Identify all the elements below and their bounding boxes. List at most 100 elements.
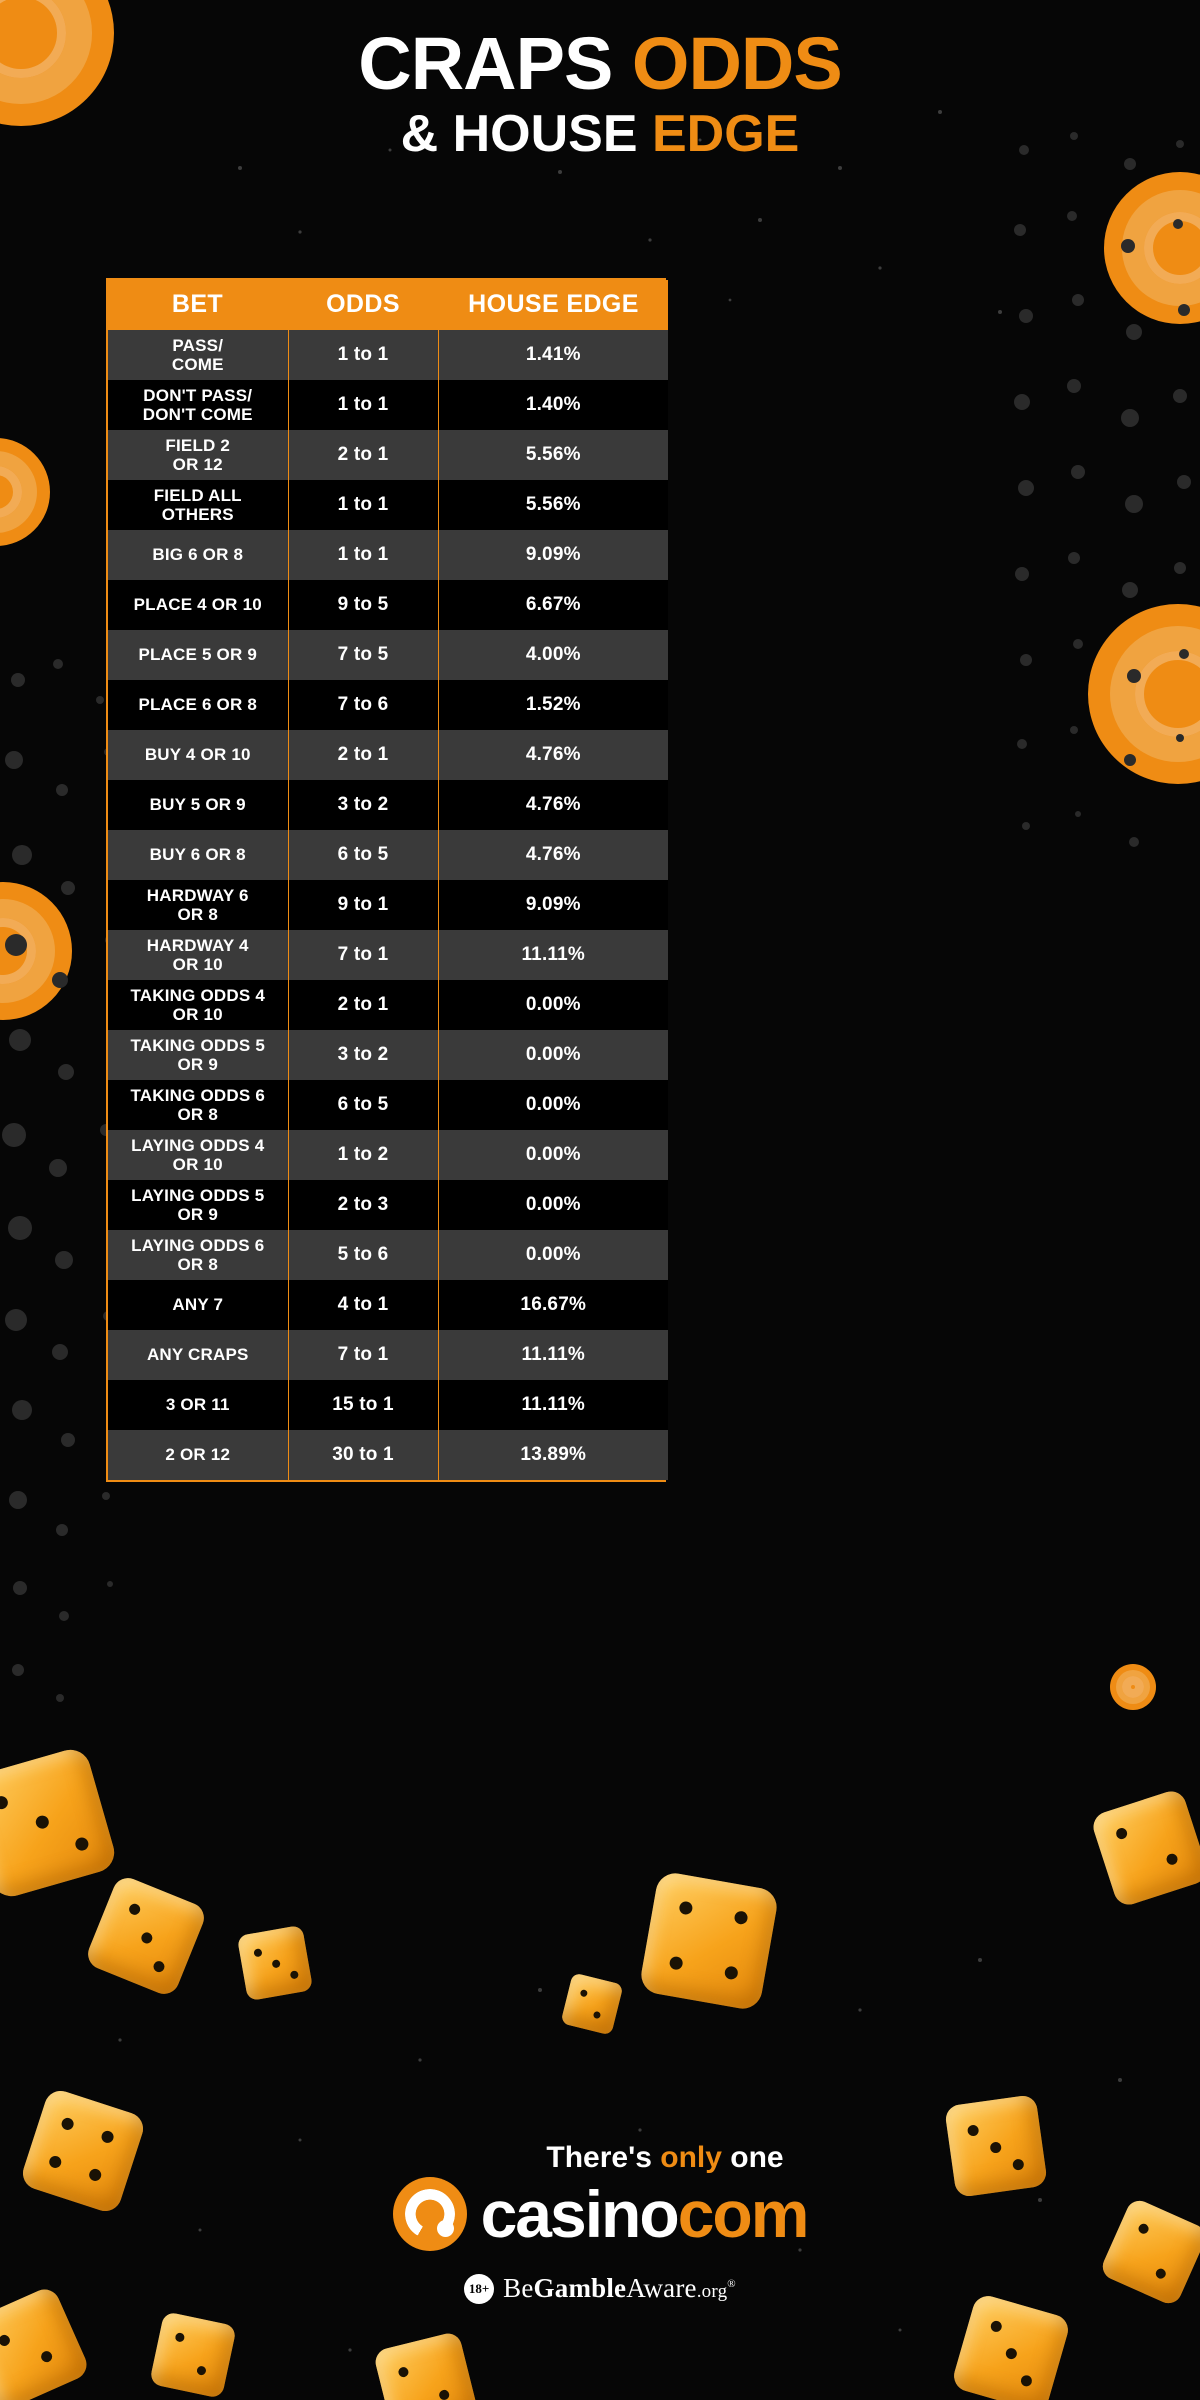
page-footer: There's only one casinocom 18+ BeGambleA… [0,2141,1200,2304]
table-row: PLACE 4 OR 10 9 to 5 6.67% [108,580,668,630]
table-row: FIELD ALL OTHERS 1 to 1 5.56% [108,480,668,530]
cell-bet-name: ANY 7 [108,1280,289,1330]
bga-org: .org [696,2281,728,2302]
title-primary-white: CRAPS [358,22,632,105]
craps-odds-table-container: BET ODDS HOUSE EDGE PASS/COME 1 to 1 1.41%… [106,278,668,1482]
cell-bet-name: BUY 4 OR 10 [108,730,289,780]
bga-be: Be [503,2273,534,2303]
die-bottom-center [149,2311,237,2399]
poker-chip-left-mid [0,438,50,546]
die-right-upper [1089,1787,1200,1909]
table-row: PLACE 5 OR 97 to 5 4.00% [108,630,668,680]
cell-bet-name: PLACE 4 OR 10 [108,580,289,630]
poker-chip-left-lower [0,882,72,1020]
cell-odds: 9 to 1 [288,880,439,930]
cell-bet-name: LAYING ODDS 4 OR 10 [108,1130,289,1180]
cell-bet-name: TAKING ODDS 6 OR 8 [108,1080,289,1130]
begambleaware-text: BeGambleAware.org® [503,2273,736,2304]
cell-odds: 1 to 1 [288,530,439,580]
table-row: TAKING ODDS 5 OR 93 to 2 0.00% [108,1030,668,1080]
cell-odds: 9 to 5 [288,580,439,630]
age-restriction-badge: 18+ [464,2273,495,2304]
column-header-house-edge: HOUSE EDGE [438,280,668,330]
table-header: BET ODDS HOUSE EDGE [108,280,668,330]
die-bottom-mid [372,2330,480,2400]
column-header-bet: BET [108,280,289,330]
table-row: BIG 6 OR 81 to 1 9.09% [108,530,668,580]
cell-odds: 3 to 2 [288,780,439,830]
infographic-page: CRAPS ODDS & HOUSE EDGE BET ODDS HOUSE E… [0,0,1200,2400]
casino-c-logo-icon [392,2177,467,2251]
cell-house-edge: 1.40% [438,380,668,430]
cell-house-edge: 4.00% [438,630,668,680]
table-row: BUY 5 OR 93 to 2 4.76% [108,780,668,830]
title-primary-accent: ODDS [631,22,843,105]
cell-odds: 2 to 3 [288,1180,439,1230]
table-row: BUY 4 OR 10 2 to 1 4.76% [108,730,668,780]
table-header-row: BET ODDS HOUSE EDGE [108,280,668,330]
cell-odds: 30 to 1 [288,1430,439,1480]
title-secondary-white: & HOUSE [400,105,652,164]
cell-house-edge: 9.09% [438,880,668,930]
bga-gamble: Gamble [533,2273,627,2303]
cell-house-edge: 1.52% [438,680,668,730]
brand-logo[interactable]: casinocom [0,2177,1200,2251]
cell-bet-name: LAYING ODDS 6 OR 8 [108,1230,289,1280]
cell-odds: 1 to 1 [288,380,439,430]
cell-odds: 1 to 1 [288,480,439,530]
cell-odds: 7 to 1 [288,930,439,980]
table-row: HARDWAY 4 OR 10 7 to 1 11.11% [108,930,668,980]
table-row: HARDWAY 6 OR 89 to 1 9.09% [108,880,668,930]
cell-house-edge: 0.00% [438,1180,668,1230]
cell-house-edge: 5.56% [438,430,668,480]
die-bottom-right [950,2292,1072,2400]
cell-odds: 5 to 6 [288,1230,439,1280]
begambleaware-notice[interactable]: 18+ BeGambleAware.org® [0,2273,1200,2304]
cell-bet-name: PLACE 6 OR 8 [108,680,289,730]
cell-odds: 6 to 5 [288,1080,439,1130]
page-header: CRAPS ODDS & HOUSE EDGE [0,26,1200,162]
table-row: LAYING ODDS 6 OR 85 to 6 0.00% [108,1230,668,1280]
cell-odds: 7 to 5 [288,630,439,680]
cell-bet-name: 2 OR 12 [108,1430,289,1480]
table-body: PASS/COME 1 to 1 1.41% DON'T PASS/DON'T COM… [108,330,668,1480]
brand-tagline: There's only one [130,2141,1200,2175]
tagline-part-accent: only [660,2141,722,2174]
cell-odds: 7 to 1 [288,1330,439,1380]
cell-odds: 3 to 2 [288,1030,439,1080]
craps-odds-table: BET ODDS HOUSE EDGE PASS/COME 1 to 1 1.41%… [108,280,668,1480]
title-secondary: & HOUSE EDGE [0,107,1200,162]
cell-odds: 2 to 1 [288,980,439,1030]
cell-odds: 7 to 6 [288,680,439,730]
cell-house-edge: 0.00% [438,1080,668,1130]
die-left-large [0,1745,119,1901]
table-row: PASS/COME 1 to 1 1.41% [108,330,668,380]
cell-bet-name: BUY 5 OR 9 [108,780,289,830]
cell-odds: 4 to 1 [288,1280,439,1330]
brand-name-casino: casino [480,2177,680,2251]
poker-chip-right-upper [1104,172,1200,324]
cell-bet-name: TAKING ODDS 4 OR 10 [108,980,289,1030]
cell-bet-name: FIELD 2 OR 12 [108,430,289,480]
table-row: ANY 74 to 1 16.67% [108,1280,668,1330]
column-header-odds: ODDS [288,280,439,330]
table-row: FIELD 2 OR 12 2 to 1 5.56% [108,430,668,480]
cell-house-edge: 13.89% [438,1430,668,1480]
halftone-dots-right [1014,132,1191,847]
poker-chip-small-right [1110,1664,1156,1710]
tagline-part-2: one [721,2141,784,2174]
title-secondary-accent: EDGE [652,105,800,164]
table-row: TAKING ODDS 6 OR 86 to 5 0.00% [108,1080,668,1130]
table-row: 2 OR 12 30 to 1 13.89% [108,1430,668,1480]
cell-odds: 2 to 1 [288,730,439,780]
cell-odds: 1 to 2 [288,1130,439,1180]
cell-house-edge: 0.00% [438,1030,668,1080]
title-primary: CRAPS ODDS [0,26,1200,101]
cell-house-edge: 0.00% [438,1230,668,1280]
cell-bet-name: FIELD ALL OTHERS [108,480,289,530]
cell-odds: 15 to 1 [288,1380,439,1430]
cell-bet-name: LAYING ODDS 5 OR 9 [108,1180,289,1230]
cell-bet-name: BIG 6 OR 8 [108,530,289,580]
cell-house-edge: 6.67% [438,580,668,630]
cell-bet-name: 3 OR 11 [108,1380,289,1430]
